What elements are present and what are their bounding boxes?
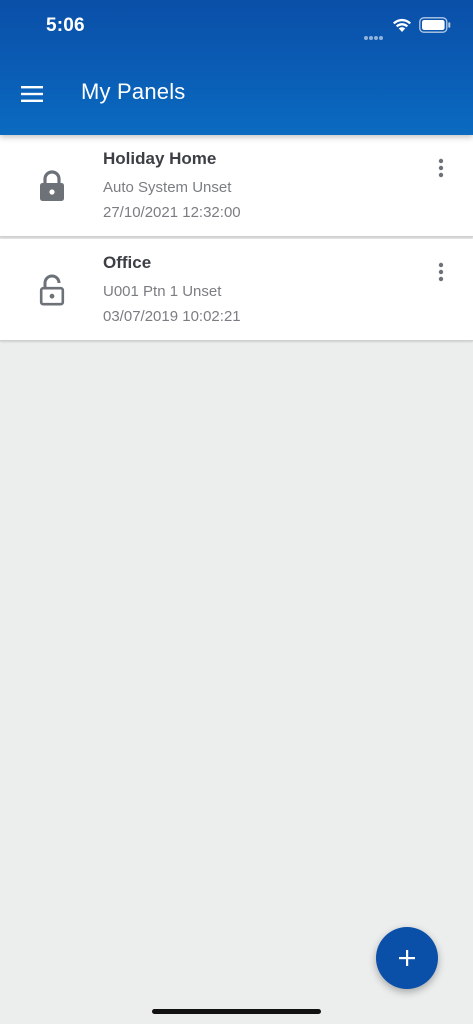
- status-bar: 5:06: [0, 0, 473, 52]
- more-options-button[interactable]: [426, 153, 456, 183]
- signal-icon: [364, 27, 386, 40]
- panel-name: Office: [103, 253, 152, 272]
- more-vertical-icon: [438, 158, 444, 178]
- wifi-icon: [393, 18, 411, 32]
- plus-icon: [399, 950, 415, 966]
- page-title: My Panels: [81, 79, 186, 104]
- menu-button[interactable]: [12, 74, 52, 114]
- panel-item-office[interactable]: Office U001 Ptn 1 Unset 03/07/2019 10:02…: [0, 239, 473, 341]
- panel-name: Holiday Home: [103, 149, 217, 168]
- panel-item-holiday-home[interactable]: Holiday Home Auto System Unset 27/10/202…: [0, 135, 473, 237]
- battery-icon: [419, 17, 451, 33]
- home-indicator: [152, 1009, 321, 1014]
- add-panel-button[interactable]: [376, 927, 438, 989]
- lock-closed-icon: [40, 170, 64, 201]
- hamburger-menu-icon: [21, 86, 43, 102]
- more-vertical-icon: [438, 262, 444, 282]
- toolbar: My Panels: [0, 52, 473, 135]
- status-time: 5:06: [46, 15, 85, 36]
- panel-status: U001 Ptn 1 Unset: [103, 283, 222, 300]
- more-options-button[interactable]: [426, 257, 456, 287]
- panel-timestamp: 03/07/2019 10:02:21: [103, 308, 241, 325]
- panel-status: Auto System Unset: [103, 179, 232, 196]
- screen: 5:06 My Panels Holiday Home Auto System …: [0, 0, 473, 1024]
- lock-open-icon: [39, 274, 65, 306]
- panel-timestamp: 27/10/2021 12:32:00: [103, 204, 241, 221]
- app-header: 5:06 My Panels: [0, 0, 473, 135]
- panel-list: Holiday Home Auto System Unset 27/10/202…: [0, 135, 473, 343]
